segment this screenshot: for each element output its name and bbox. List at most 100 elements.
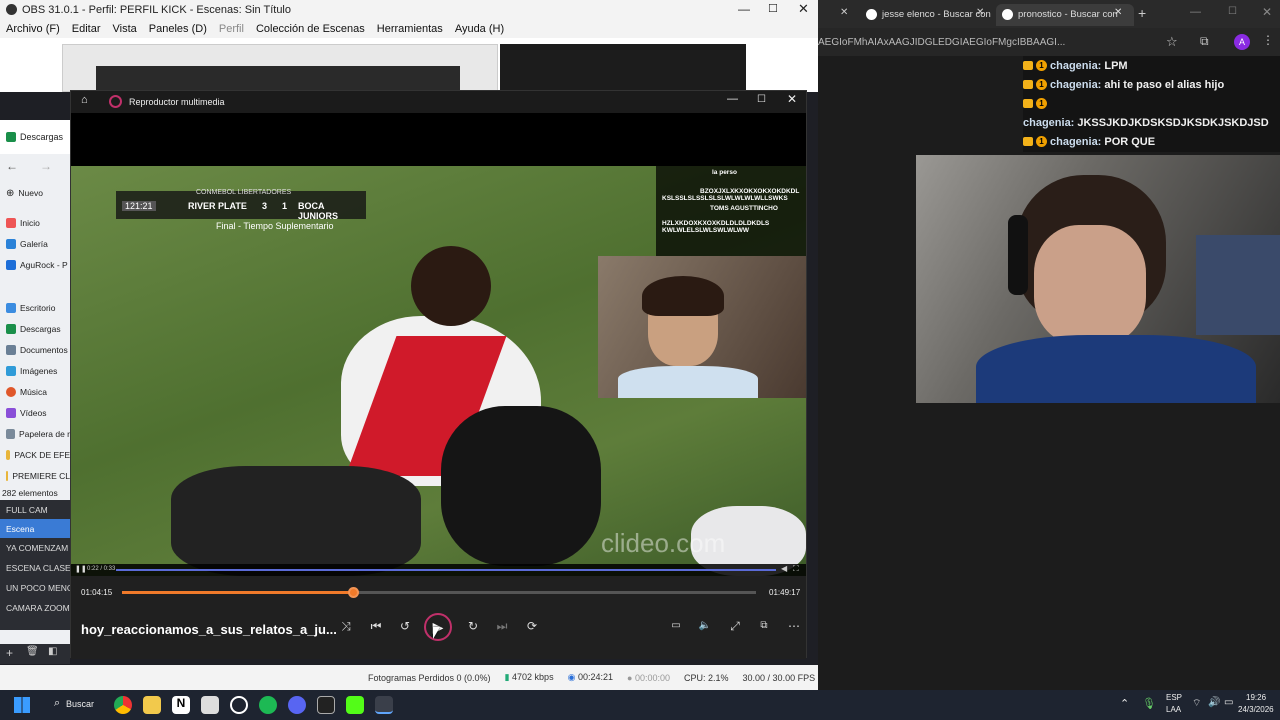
maximize-icon[interactable]: ☐ xyxy=(768,2,778,15)
scene-item[interactable]: FULL CAM xyxy=(0,500,70,519)
chevron-up-icon[interactable]: ⌃ xyxy=(1120,697,1129,710)
speaker-icon[interactable]: 🔊 xyxy=(1208,697,1220,708)
gallery-icon xyxy=(6,238,16,249)
menu-archivo[interactable]: Archivo (F) xyxy=(6,23,60,35)
back-arrow-icon[interactable]: ← xyxy=(6,159,18,173)
folder-icon[interactable] xyxy=(143,696,161,714)
filter-scene-icon[interactable]: ◧ xyxy=(48,646,57,657)
microphone-icon[interactable]: 🎙 xyxy=(1142,697,1156,710)
sidebar-item-premiere[interactable]: PREMIERE CL xyxy=(0,465,70,486)
sidebar-item-escritorio[interactable]: Escritorio xyxy=(0,297,70,318)
tab-close-icon[interactable]: ✕ xyxy=(840,7,848,18)
sidebar-item-videos[interactable]: Vídeos xyxy=(0,402,70,423)
seek-thumb[interactable] xyxy=(347,587,359,598)
scoreboard: CONMEBOL LIBERTADORES 121:21 RIVER PLATE… xyxy=(116,189,366,221)
forward-30-icon[interactable]: ↻ xyxy=(463,616,483,636)
sidebar-item-imagenes[interactable]: Imágenes xyxy=(0,360,70,381)
scene-item[interactable]: ESCENA CLASE xyxy=(0,558,70,578)
wifi-icon[interactable]: ⌔ xyxy=(1192,697,1201,710)
scene-item-selected[interactable]: Escena xyxy=(0,519,70,538)
new-button[interactable]: ⊕ Nuevo xyxy=(0,178,70,208)
seek-bar[interactable] xyxy=(122,587,756,598)
kick-icon[interactable] xyxy=(346,696,364,714)
chrome-icon[interactable] xyxy=(114,696,132,714)
minimize-icon[interactable]: — xyxy=(727,93,738,105)
capcut-icon[interactable] xyxy=(317,696,335,714)
rec-time: ● 00:00:00 xyxy=(627,672,670,683)
next-icon[interactable]: ⏭ xyxy=(492,616,512,636)
more-options-icon[interactable]: ⋯ xyxy=(784,616,804,636)
forward-arrow-icon[interactable]: → xyxy=(40,159,52,173)
tab-close-icon[interactable]: ✕ xyxy=(1114,7,1122,18)
media-app-icon[interactable] xyxy=(201,696,219,714)
scene-item[interactable]: UN POCO MENO xyxy=(0,578,70,598)
close-icon[interactable]: ✕ xyxy=(798,1,809,17)
home-icon[interactable]: ⌂ xyxy=(81,94,88,106)
maximize-icon[interactable]: ☐ xyxy=(757,94,766,105)
menu-vista[interactable]: Vista xyxy=(113,23,137,35)
search-icon[interactable]: ⌕ xyxy=(54,697,60,710)
discord-icon[interactable] xyxy=(288,696,306,714)
menu-perfil[interactable]: Perfil xyxy=(219,23,244,35)
shuffle-icon[interactable]: ⤨ xyxy=(336,616,356,636)
live-icon: ◉ xyxy=(567,672,576,682)
menu-coleccion-escenas[interactable]: Colección de Escenas xyxy=(256,23,365,35)
menu-dots-icon[interactable]: ⋮ xyxy=(1262,33,1274,47)
scene-item[interactable]: YA COMENZAM xyxy=(0,538,70,558)
inner-seek-track xyxy=(116,569,776,571)
delete-scene-icon[interactable]: 🗑 xyxy=(26,646,39,657)
sidebar-item-papelera[interactable]: Papelera de r xyxy=(0,423,70,444)
sidebar-item-inicio[interactable]: Inicio xyxy=(0,212,70,233)
subtitles-icon[interactable]: ▭ xyxy=(666,616,686,636)
rewind-10-icon[interactable]: ↺ xyxy=(395,616,415,636)
minimize-icon[interactable]: — xyxy=(738,2,750,16)
mouse-cursor-icon xyxy=(433,627,440,639)
menu-paneles[interactable]: Paneles (D) xyxy=(149,23,207,35)
google-icon xyxy=(866,9,877,20)
notion-icon[interactable]: N xyxy=(172,696,190,714)
address-bar[interactable]: AEGIoFMhAIAxAAGJIDGLEDGIAEGIoFMgcIBBAAGI… xyxy=(818,28,1280,56)
home-icon xyxy=(6,217,16,228)
url-text[interactable]: AEGIoFMhAIAxAAGJIDGLEDGIAEGIoFMgcIBBAAGI… xyxy=(818,37,1144,48)
tab-close-icon[interactable]: ✕ xyxy=(976,7,984,18)
taskbar-search[interactable]: Buscar xyxy=(66,699,94,709)
battery-icon[interactable]: ▭ xyxy=(1224,697,1233,708)
spotify-icon[interactable] xyxy=(259,696,277,714)
overlay-chat-line: KSLSSLSLSSLSLSLWLWLWLWLLSWKS xyxy=(662,195,788,202)
repeat-off-icon[interactable]: ⟳ xyxy=(522,616,542,636)
clock-time[interactable]: 19:26 xyxy=(1246,693,1266,702)
menu-editar[interactable]: Editar xyxy=(72,23,101,35)
clock-date[interactable]: 24/3/2026 xyxy=(1238,705,1274,714)
language-bottom[interactable]: LAA xyxy=(1166,705,1181,714)
mini-player-icon[interactable]: ⧉ xyxy=(754,616,774,636)
menu-herramientas[interactable]: Herramientas xyxy=(377,23,443,35)
windows-start-icon[interactable] xyxy=(14,697,30,713)
minimize-icon[interactable]: — xyxy=(1190,6,1201,18)
close-icon[interactable]: ✕ xyxy=(787,92,797,106)
close-icon[interactable]: ✕ xyxy=(1262,5,1272,19)
sidebar-item-musica[interactable]: Música xyxy=(0,381,70,402)
sidebar-item-documentos[interactable]: Documentos xyxy=(0,339,70,360)
menu-ayuda[interactable]: Ayuda (H) xyxy=(455,23,504,35)
video-frame[interactable]: CONMEBOL LIBERTADORES 121:21 RIVER PLATE… xyxy=(71,166,806,576)
bookmark-star-icon[interactable]: ☆ xyxy=(1166,34,1178,50)
chatgpt-icon[interactable] xyxy=(230,696,248,714)
fullscreen-icon[interactable]: ⤢ xyxy=(725,616,745,636)
profile-avatar[interactable]: A xyxy=(1234,34,1250,50)
scene-item[interactable]: CAMARA ZOOM xyxy=(0,598,70,618)
extensions-icon[interactable]: ⧉ xyxy=(1200,34,1209,49)
chat-overlay: 1 chagenia: LPM 1 chagenia: ahi te paso el… xyxy=(1023,56,1280,152)
previous-icon[interactable]: ⏮ xyxy=(366,616,386,636)
add-scene-icon[interactable]: + xyxy=(6,646,13,660)
sidebar-item-agurock[interactable]: AguRock - P xyxy=(0,254,70,275)
volume-icon[interactable]: 🔈 xyxy=(695,616,715,636)
sidebar-item-pack-efectos[interactable]: PACK DE EFE xyxy=(0,444,70,465)
nav-arrows[interactable]: ← → xyxy=(0,154,70,178)
sidebar-item-galeria[interactable]: Galería xyxy=(0,233,70,254)
media-player-taskbar-icon[interactable] xyxy=(375,696,393,714)
sidebar-item-descargas[interactable]: Descargas xyxy=(0,318,70,339)
maximize-icon[interactable]: ☐ xyxy=(1228,6,1237,17)
language-top[interactable]: ESP xyxy=(1166,693,1182,702)
obs-window-title: OBS 31.0.1 - Perfil: PERFIL KICK - Escen… xyxy=(22,4,291,16)
new-tab-icon[interactable]: + xyxy=(1138,5,1146,21)
